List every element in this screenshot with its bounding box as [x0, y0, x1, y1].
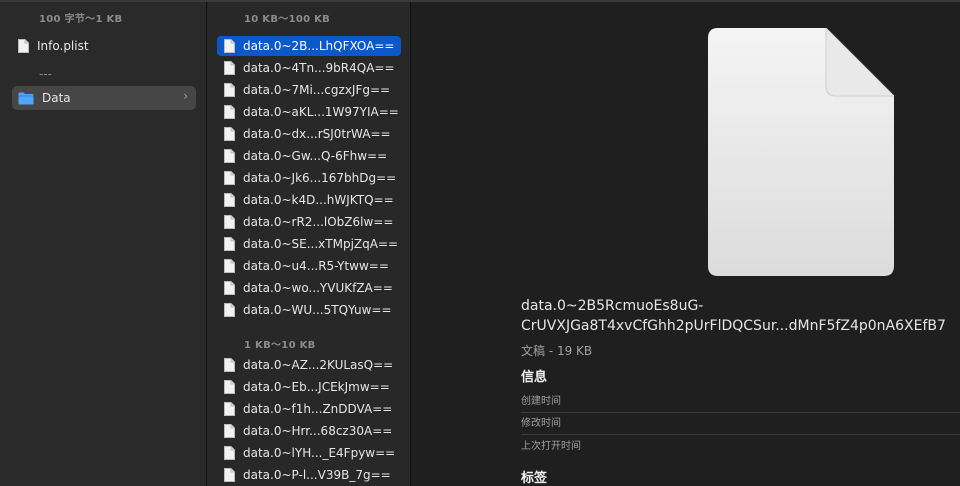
file-list-item[interactable]: data.0~lYH..._E4Fpyw== [217, 443, 401, 463]
file-label: data.0~wo...YVUKfZA== [243, 281, 393, 295]
file-label: Info.plist [37, 39, 89, 53]
file-label: data.0~f1h...ZnDDVA== [243, 402, 393, 416]
info-section-title: 信息 [521, 370, 548, 385]
document-icon [224, 446, 235, 460]
file-label: data.0~Gw...Q-6Fhw== [243, 149, 388, 163]
preview-filename: data.0~2B5RcmuoEs8uG- CrUVXJGa8T4xvCfGhh… [521, 296, 946, 336]
folder-item-data[interactable]: Data › [12, 86, 196, 110]
file-label: data.0~4Tn...9bR4QA== [243, 61, 395, 75]
section-header-large: 10 KB～100 KB [244, 14, 331, 25]
file-list-item[interactable]: data.0~SE...xTMpjZqA== [217, 234, 401, 254]
document-icon [18, 39, 29, 53]
file-list-item[interactable]: data.0~u4...R5-Ytww== [217, 256, 401, 276]
file-label: data.0~Jk6...167bhDg== [243, 171, 397, 185]
file-label: data.0~7Mi...cgzxJFg== [243, 83, 391, 97]
filename-line-2: CrUVXJGa8T4xvCfGhh2pUrFlDQCSur...dMnF5fZ… [521, 318, 946, 334]
file-label: data.0~Hrr...68cz30A== [243, 424, 393, 438]
file-label: data.0~k4D...hWJKTQ== [243, 193, 394, 207]
document-icon [224, 149, 235, 163]
column-data[interactable]: 10 KB～100 KB data.0~2B...LhQFXOA== data.0… [207, 2, 411, 486]
document-icon [224, 105, 235, 119]
file-list-item[interactable]: data.0~2B...LhQFXOA== [217, 36, 401, 56]
preview-pane: data.0~2B5RcmuoEs8uG- CrUVXJGa8T4xvCfGhh… [411, 2, 960, 486]
info-row-last-opened: 上次打开时间 [521, 441, 581, 452]
folder-label: Data [42, 91, 71, 105]
file-label: data.0~P-l...V39B_7g== [243, 468, 391, 482]
column-root[interactable]: 100 字节～1 KB Info.plist --- Data › [0, 2, 207, 486]
document-icon [224, 259, 235, 273]
document-icon [224, 468, 235, 482]
document-icon [224, 215, 235, 229]
file-list-item[interactable]: data.0~dx...rSJ0trWA== [217, 124, 401, 144]
document-icon [224, 281, 235, 295]
document-icon [224, 171, 235, 185]
folder-icon [18, 92, 34, 105]
kind-size: 文稿 - 19 KB [521, 344, 593, 358]
file-label: data.0~WU...5TQYuw== [243, 303, 392, 317]
document-icon [224, 61, 235, 75]
info-row-modified: 修改时间 [521, 414, 960, 435]
file-label: data.0~u4...R5-Ytww== [243, 259, 389, 273]
document-icon [224, 380, 235, 394]
file-list-item[interactable]: data.0~Gw...Q-6Fhw== [217, 146, 401, 166]
tags-section-title: 标签 [521, 471, 548, 486]
file-label: data.0~rR2...lObZ6lw== [243, 215, 394, 229]
file-item-info-plist[interactable]: Info.plist [12, 36, 196, 56]
file-list-item[interactable]: data.0~7Mi...cgzxJFg== [217, 80, 401, 100]
document-icon [224, 39, 235, 53]
document-icon [224, 237, 235, 251]
file-list-item[interactable]: data.0~WU...5TQYuw== [217, 300, 401, 320]
file-list-item[interactable]: data.0~rR2...lObZ6lw== [217, 212, 401, 232]
file-label: data.0~AZ...2KULasQ== [243, 358, 394, 372]
file-label: data.0~Eb...JCEkJmw== [243, 380, 390, 394]
chevron-right-icon: › [183, 89, 188, 103]
filename-line-1: data.0~2B5RcmuoEs8uG- [521, 298, 704, 314]
section-header-medium: 1 KB～10 KB [244, 340, 316, 351]
file-label: data.0~SE...xTMpjZqA== [243, 237, 399, 251]
file-list-item[interactable]: data.0~wo...YVUKfZA== [217, 278, 401, 298]
file-list-item[interactable]: data.0~P-l...V39B_7g== [217, 465, 401, 485]
document-preview-icon [708, 26, 896, 276]
file-list-item[interactable]: data.0~Jk6...167bhDg== [217, 168, 401, 188]
file-list-item[interactable]: data.0~k4D...hWJKTQ== [217, 190, 401, 210]
section-header-small: 100 字节～1 KB [39, 14, 123, 25]
info-row-created: 创建时间 [521, 392, 960, 413]
document-icon [224, 358, 235, 372]
document-icon [224, 83, 235, 97]
file-list-item[interactable]: data.0~4Tn...9bR4QA== [217, 58, 401, 78]
file-label: data.0~aKL...1W97YIA== [243, 105, 399, 119]
file-list-item[interactable]: data.0~aKL...1W97YIA== [217, 102, 401, 122]
file-label: data.0~2B...LhQFXOA== [243, 39, 395, 53]
document-icon [224, 402, 235, 416]
document-icon [224, 193, 235, 207]
file-list-item[interactable]: data.0~AZ...2KULasQ== [217, 355, 401, 375]
separator-item: --- [39, 67, 52, 81]
file-list-item[interactable]: data.0~Eb...JCEkJmw== [217, 377, 401, 397]
file-label: data.0~dx...rSJ0trWA== [243, 127, 391, 141]
document-icon [224, 127, 235, 141]
document-icon [224, 303, 235, 317]
document-icon [224, 424, 235, 438]
file-list-item[interactable]: data.0~f1h...ZnDDVA== [217, 399, 401, 419]
file-label: data.0~lYH..._E4Fpyw== [243, 446, 396, 460]
file-list-item[interactable]: data.0~Hrr...68cz30A== [217, 421, 401, 441]
